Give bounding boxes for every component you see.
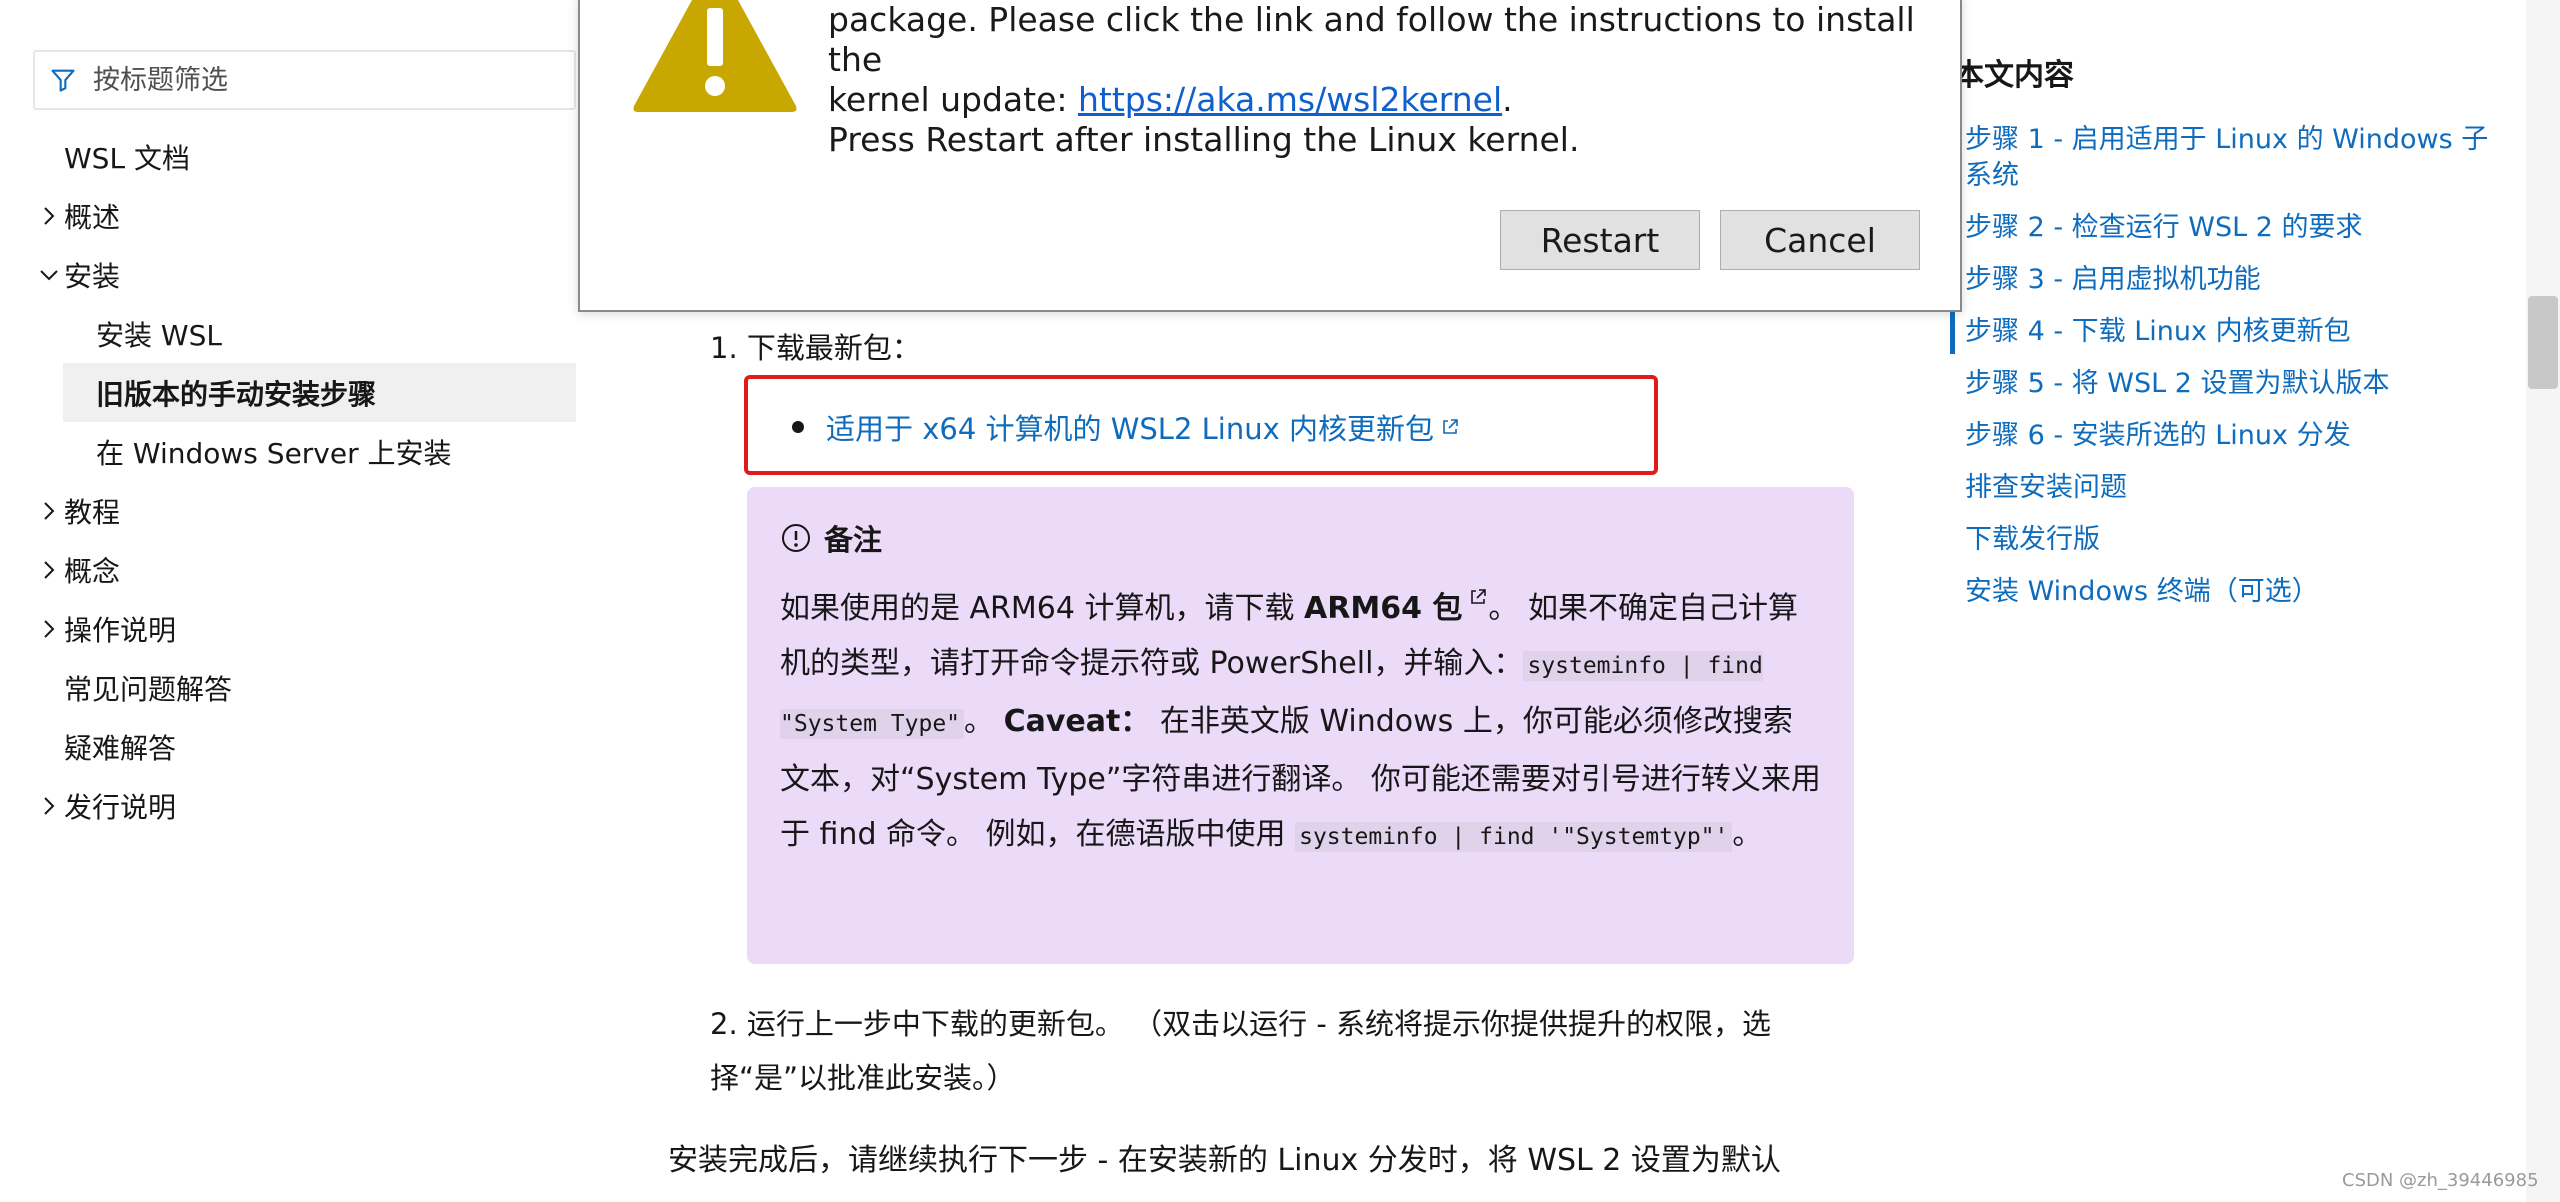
toc-item-step6[interactable]: 步骤 6 - 安装所选的 Linux 分发 xyxy=(1950,410,2510,462)
filter-icon xyxy=(51,69,75,92)
bullet-dot xyxy=(792,421,804,433)
chevron-right-icon xyxy=(44,502,55,520)
nav-item-troubleshooting[interactable]: 疑难解答 xyxy=(33,717,576,776)
kernel-update-dialog: package. Please click the link and follo… xyxy=(578,0,1962,312)
nav-item-manual-install[interactable]: 旧版本的手动安装步骤 xyxy=(63,363,576,422)
toc-item-download-distros[interactable]: 下载发行版 xyxy=(1950,514,2510,566)
external-link-icon xyxy=(1471,589,1487,604)
scrollbar-thumb[interactable] xyxy=(2528,296,2558,389)
watermark: CSDN @zh_39446985 xyxy=(2342,1170,2539,1191)
toc-item-windows-terminal[interactable]: 安装 Windows 终端（可选） xyxy=(1950,566,2510,618)
table-of-contents: 本文内容 步骤 1 - 启用适用于 Linux 的 Windows 子系统 步骤… xyxy=(1950,50,2510,618)
nav-item-release-notes[interactable]: 发行说明 xyxy=(33,776,576,835)
note-body: 如果使用的是 ARM64 计算机，请下载 ARM64 包。 如果不确定自己计算机… xyxy=(780,581,1821,865)
toc-item-step5[interactable]: 步骤 5 - 将 WSL 2 设置为默认版本 xyxy=(1950,358,2510,410)
info-icon xyxy=(782,524,810,552)
nav-item-install-wsl[interactable]: 安装 WSL xyxy=(33,304,576,363)
filter-input[interactable] xyxy=(91,63,531,97)
toc-item-step4[interactable]: 步骤 4 - 下载 Linux 内核更新包 xyxy=(1950,306,2510,358)
after-install-paragraph: 安装完成后，请继续执行下一步 - 在安装新的 Linux 分发时，将 WSL 2… xyxy=(668,1143,1781,1178)
note-title: 备注 xyxy=(780,517,1821,559)
nav-item-overview[interactable]: 概述 xyxy=(33,186,576,245)
step-2-text: 2. 运行上一步中下载的更新包。 （双击以运行 - 系统将提示你提供提升的权限，… xyxy=(710,1007,1772,1095)
code-systeminfo-german: systeminfo | find '"Systemtyp"' xyxy=(1295,822,1733,852)
chevron-right-icon xyxy=(44,797,55,815)
scrollbar-track[interactable] xyxy=(2526,0,2560,1202)
sidebar-nav: WSL 文档 概述 安装 安装 WSL 旧版本的手动安装步骤 在 Windows… xyxy=(33,127,576,835)
nav-item-faq[interactable]: 常见问题解答 xyxy=(33,658,576,717)
nav-item-install-windows-server[interactable]: 在 Windows Server 上安装 xyxy=(33,422,576,481)
dialog-restart-hint: Press Restart after installing the Linux… xyxy=(828,120,1580,159)
nav-item-concepts[interactable]: 概念 xyxy=(33,540,576,599)
toc-item-troubleshoot[interactable]: 排查安装问题 xyxy=(1950,462,2510,514)
chevron-right-icon xyxy=(44,561,55,579)
download-list-item: 适用于 x64 计算机的 WSL2 Linux 内核更新包 xyxy=(792,406,1460,448)
dialog-message: package. Please click the link and follo… xyxy=(828,0,1915,119)
toc-title: 本文内容 xyxy=(1954,58,2074,93)
nav-item-install[interactable]: 安装 xyxy=(33,245,576,304)
note-callout: 备注 如果使用的是 ARM64 计算机，请下载 ARM64 包。 如果不确定自己… xyxy=(747,487,1854,964)
nav-item-wsl-docs[interactable]: WSL 文档 xyxy=(33,127,576,186)
chevron-right-icon xyxy=(44,207,55,225)
chevron-right-icon xyxy=(44,620,55,638)
caveat-label: Caveat： xyxy=(1003,704,1151,739)
step-1-text: 1. 下载最新包： xyxy=(710,331,921,365)
filter-box[interactable] xyxy=(33,50,576,110)
toc-item-step2[interactable]: 步骤 2 - 检查运行 WSL 2 的要求 xyxy=(1950,202,2510,254)
arm64-link[interactable]: ARM64 包 xyxy=(1304,591,1462,626)
cancel-button[interactable]: Cancel xyxy=(1720,210,1920,270)
wsl2kernel-link[interactable]: https://aka.ms/wsl2kernel xyxy=(1078,80,1502,119)
nav-item-tutorials[interactable]: 教程 xyxy=(33,481,576,540)
toc-item-step1[interactable]: 步骤 1 - 启用适用于 Linux 的 Windows 子系统 xyxy=(1950,114,2510,202)
chevron-down-icon xyxy=(40,270,58,281)
nav-item-how-to[interactable]: 操作说明 xyxy=(33,599,576,658)
external-link-icon xyxy=(1443,419,1458,434)
toc-item-step3[interactable]: 步骤 3 - 启用虚拟机功能 xyxy=(1950,254,2510,306)
restart-button[interactable]: Restart xyxy=(1500,210,1700,270)
download-kernel-link[interactable]: 适用于 x64 计算机的 WSL2 Linux 内核更新包 xyxy=(826,406,1434,448)
warning-icon xyxy=(633,0,797,112)
